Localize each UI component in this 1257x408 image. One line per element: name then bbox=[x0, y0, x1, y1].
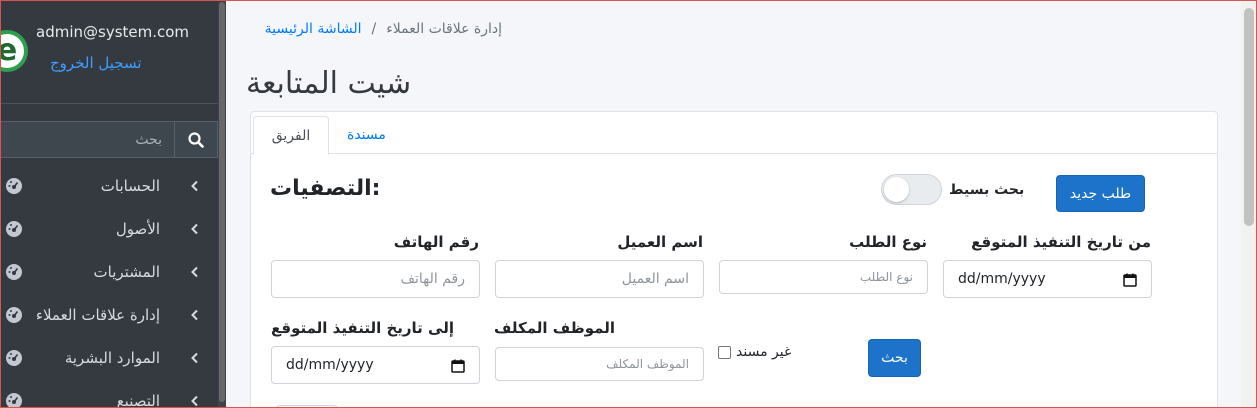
employee-input[interactable] bbox=[495, 347, 704, 381]
user-panel: e admin@system.com تسجيل الخروج bbox=[0, 0, 218, 104]
simple-search-label: بحث بسيط bbox=[949, 182, 1025, 198]
breadcrumb-separator: / bbox=[371, 21, 377, 37]
sidebar-scroll-thumb[interactable] bbox=[219, 2, 225, 402]
to-date-input[interactable]: dd/mm/yyyy bbox=[271, 346, 480, 384]
sidebar-search bbox=[0, 121, 218, 158]
chevron-left-icon bbox=[191, 395, 198, 407]
unassigned-checkbox[interactable] bbox=[718, 345, 731, 359]
main-scrollbar[interactable] bbox=[1241, 0, 1257, 408]
unassigned-checkbox-wrap[interactable]: غير مسند bbox=[718, 343, 791, 361]
to-date-label: إلى تاريخ التنفيذ المتوقع bbox=[271, 319, 454, 337]
tabs-bar: الفريق مسندة bbox=[251, 112, 1217, 155]
customer-name-input[interactable] bbox=[495, 260, 704, 298]
sidebar-item-label: الأصول bbox=[115, 220, 160, 238]
dashboard-icon bbox=[6, 307, 22, 323]
calendar-icon[interactable] bbox=[451, 359, 465, 373]
chevron-left-icon bbox=[191, 223, 198, 235]
simple-search-toggle[interactable] bbox=[881, 174, 942, 205]
new-request-button[interactable]: طلب جديد bbox=[1056, 175, 1145, 212]
app-logo: e bbox=[0, 30, 28, 72]
sidebar-scrollbar[interactable] bbox=[218, 0, 226, 408]
breadcrumb-home-link[interactable]: الشاشة الرئيسية bbox=[265, 21, 362, 37]
sidebar-item-label: إدارة علاقات العملاء bbox=[35, 306, 160, 324]
sidebar: e admin@system.com تسجيل الخروج الحسابات… bbox=[0, 0, 226, 408]
sidebar-item-purchases[interactable]: المشتريات bbox=[0, 251, 218, 293]
from-date-input[interactable]: dd/mm/yyyy bbox=[943, 260, 1152, 298]
page-title: شيت المتابعة bbox=[246, 66, 412, 101]
employee-label: الموظف المكلف bbox=[494, 319, 615, 337]
phone-label: رقم الهاتف bbox=[393, 233, 479, 251]
tab-team[interactable]: الفريق bbox=[253, 116, 329, 155]
sidebar-item-label: الموارد البشرية bbox=[64, 349, 160, 367]
search-icon bbox=[188, 131, 204, 148]
logout-link[interactable]: تسجيل الخروج bbox=[50, 54, 142, 72]
sidebar-search-input[interactable] bbox=[0, 121, 174, 158]
dashboard-icon bbox=[6, 221, 22, 237]
dashboard-icon bbox=[6, 178, 22, 194]
from-date-value: dd/mm/yyyy bbox=[958, 271, 1046, 287]
sidebar-item-hr[interactable]: الموارد البشرية bbox=[0, 337, 218, 379]
filters-title: :التصفيات bbox=[270, 176, 381, 201]
main-scroll-thumb[interactable] bbox=[1244, 8, 1254, 226]
tab-assigned[interactable]: مسندة bbox=[331, 116, 402, 154]
chevron-left-icon bbox=[191, 352, 198, 364]
user-email: admin@system.com bbox=[36, 23, 190, 41]
sidebar-item-label: الحسابات bbox=[100, 177, 160, 195]
dashboard-icon bbox=[6, 350, 22, 366]
sidebar-item-manufacturing[interactable]: التصنيع bbox=[0, 380, 218, 408]
filters-card: الفريق مسندة :التصفيات بحث بسيط طلب جديد… bbox=[250, 111, 1218, 408]
from-date-label: من تاريخ التنفيذ المتوقع bbox=[971, 233, 1151, 251]
sidebar-item-crm[interactable]: إدارة علاقات العملاء bbox=[0, 294, 218, 336]
calendar-icon[interactable] bbox=[1123, 273, 1137, 287]
sidebar-item-label: التصنيع bbox=[116, 392, 160, 408]
breadcrumb: إدارة علاقات العملاء / الشاشة الرئيسية bbox=[240, 18, 502, 40]
chevron-left-icon bbox=[191, 266, 198, 278]
request-type-input[interactable] bbox=[719, 260, 928, 294]
dashboard-icon bbox=[6, 264, 22, 280]
customer-name-label: اسم العميل bbox=[617, 233, 703, 251]
breadcrumb-current: إدارة علاقات العملاء bbox=[386, 21, 502, 37]
chevron-left-icon bbox=[191, 309, 198, 321]
chevron-left-icon bbox=[191, 180, 198, 192]
sidebar-item-assets[interactable]: الأصول bbox=[0, 208, 218, 250]
sidebar-item-accounts[interactable]: الحسابات bbox=[0, 165, 218, 207]
sidebar-item-label: المشتريات bbox=[93, 263, 160, 281]
phone-input[interactable] bbox=[271, 260, 480, 298]
sidebar-search-button[interactable] bbox=[174, 121, 218, 158]
dashboard-icon bbox=[6, 393, 22, 408]
toggle-knob bbox=[884, 177, 909, 202]
search-button[interactable]: بحث bbox=[868, 339, 921, 377]
to-date-value: dd/mm/yyyy bbox=[286, 357, 374, 373]
unassigned-label: غير مسند bbox=[736, 344, 792, 360]
request-type-label: نوع الطلب bbox=[849, 233, 927, 251]
